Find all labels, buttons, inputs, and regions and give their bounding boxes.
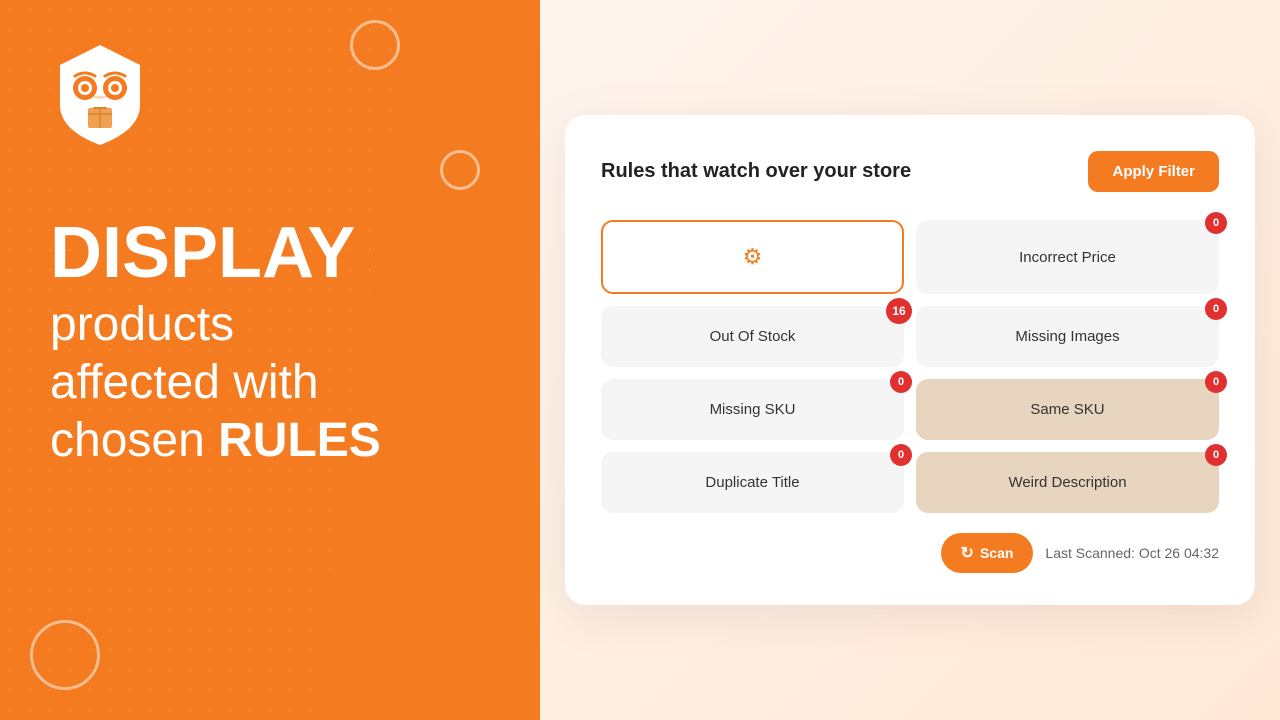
rule-incorrect-price-button[interactable]: Incorrect Price 0 — [916, 220, 1219, 294]
hero-line1: DISPLAY — [50, 210, 490, 296]
hero-line3: affected with — [50, 354, 490, 412]
badge-incorrect-price: 0 — [1205, 212, 1227, 234]
hero-line2: products — [50, 296, 490, 354]
badge-weird-description: 0 — [1205, 444, 1227, 466]
rule-missing-images-button[interactable]: Missing Images 0 — [916, 306, 1219, 367]
rule-out-of-stock-button[interactable]: Out Of Stock 16 — [601, 306, 904, 367]
hero-text: DISPLAY products affected with chosen RU… — [50, 210, 490, 469]
badge-same-sku: 0 — [1205, 371, 1227, 393]
logo-owl-icon — [50, 40, 150, 150]
rule-same-sku-button[interactable]: Same SKU 0 — [916, 379, 1219, 440]
rule-weird-description-button[interactable]: Weird Description 0 — [916, 452, 1219, 513]
card-header: Rules that watch over your store Apply F… — [601, 151, 1219, 192]
badge-missing-sku: 0 — [890, 371, 912, 393]
card-footer: ↻ Scan Last Scanned: Oct 26 04:32 — [601, 533, 1219, 573]
rules-card: Rules that watch over your store Apply F… — [565, 115, 1255, 605]
rule-duplicate-title-button[interactable]: Duplicate Title 0 — [601, 452, 904, 513]
rules-grid: ⚙ Incorrect Price 0 Out Of Stock 16 Miss… — [601, 220, 1219, 513]
rule-settings-button[interactable]: ⚙ — [601, 220, 904, 294]
logo-container — [50, 40, 490, 150]
badge-out-of-stock: 16 — [886, 298, 912, 324]
hero-line4: chosen RULES — [50, 412, 490, 470]
scan-button[interactable]: ↻ Scan — [941, 533, 1034, 573]
right-panel: Rules that watch over your store Apply F… — [540, 0, 1280, 720]
badge-duplicate-title: 0 — [890, 444, 912, 466]
rule-missing-sku-button[interactable]: Missing SKU 0 — [601, 379, 904, 440]
scan-icon: ↻ — [961, 543, 974, 563]
gear-icon: ⚙ — [743, 244, 763, 269]
apply-filter-button[interactable]: Apply Filter — [1088, 151, 1219, 192]
card-title: Rules that watch over your store — [601, 160, 911, 183]
badge-missing-images: 0 — [1205, 298, 1227, 320]
left-panel: DISPLAY products affected with chosen RU… — [0, 0, 540, 720]
last-scanned-text: Last Scanned: Oct 26 04:32 — [1045, 545, 1219, 561]
